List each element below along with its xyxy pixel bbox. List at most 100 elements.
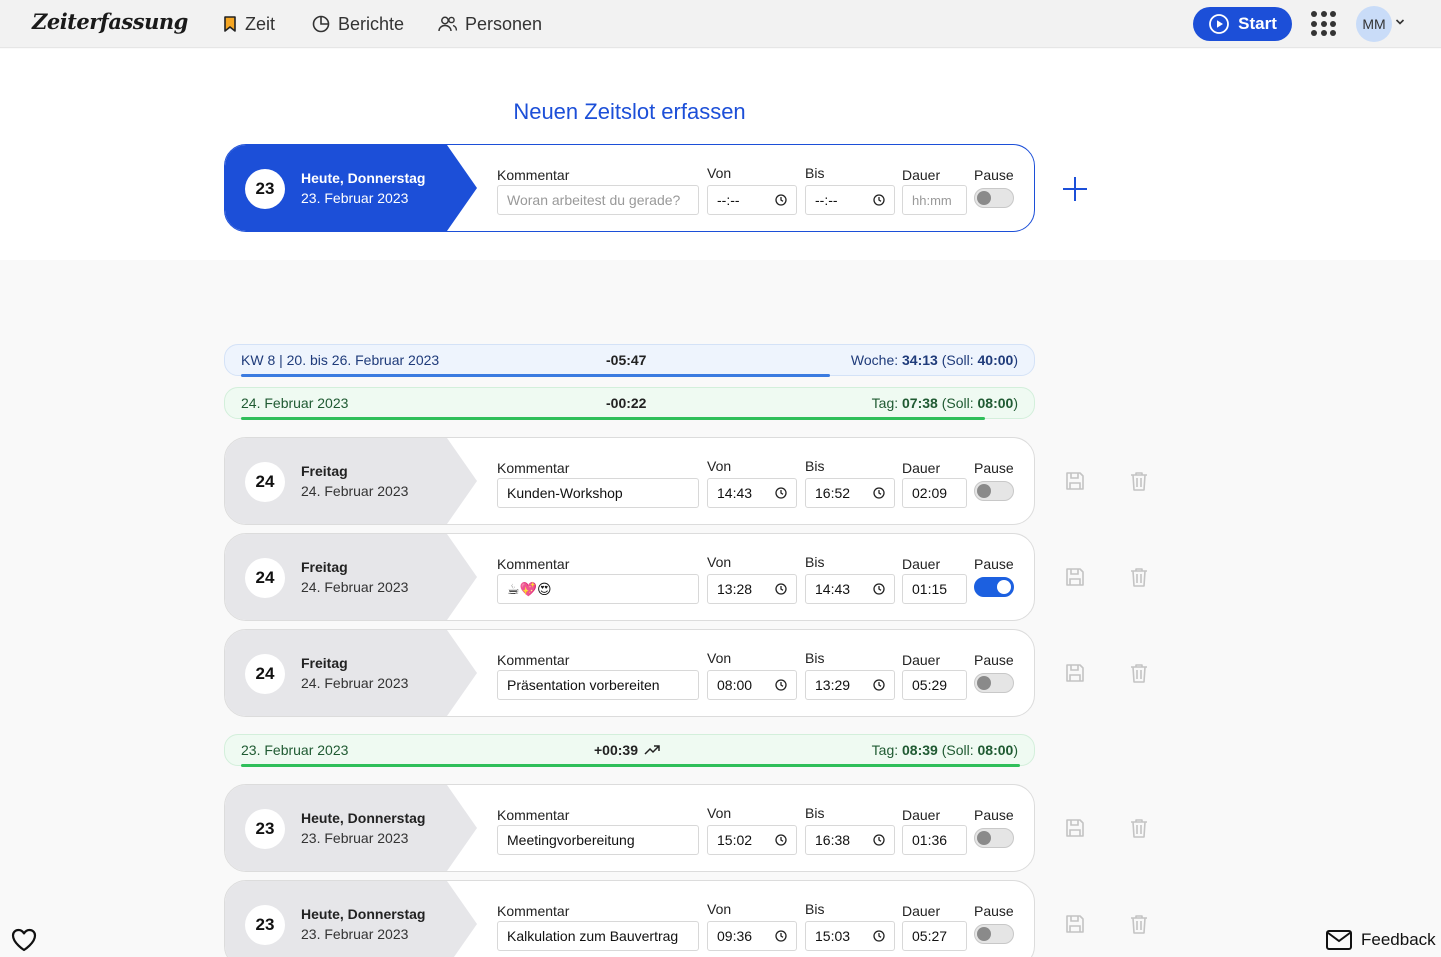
day-date: 24. Februar 2023: [301, 579, 409, 595]
pause-label: Pause: [974, 167, 1014, 183]
week-delta: -05:47: [606, 352, 647, 368]
clock-icon: [873, 834, 885, 846]
save-icon[interactable]: [1064, 662, 1086, 684]
duration-input[interactable]: hh:mm: [902, 185, 967, 215]
comment-input[interactable]: Kunden-Workshop: [497, 478, 699, 508]
clock-icon: [775, 487, 787, 499]
save-icon[interactable]: [1064, 566, 1086, 588]
day-target: 08:00: [977, 395, 1014, 411]
pause-toggle[interactable]: [974, 188, 1014, 208]
day-number: 23: [245, 905, 285, 945]
time-entry-card: 23 Heute, Donnerstag 23. Februar 2023 Komme…: [224, 784, 1035, 872]
from-label: Von: [707, 554, 732, 570]
duration-input[interactable]: 01:15: [902, 574, 967, 604]
to-label: Bis: [805, 165, 825, 181]
nav-item-zeit[interactable]: Zeit: [222, 12, 275, 36]
pause-toggle[interactable]: [974, 828, 1014, 848]
nav-item-berichte[interactable]: Berichte: [311, 12, 404, 36]
to-time-input[interactable]: 16:52: [805, 478, 895, 508]
from-time-input[interactable]: --:--: [707, 185, 797, 215]
comment-input[interactable]: ☕💖😍: [497, 574, 699, 604]
apps-grid-icon[interactable]: [1311, 11, 1337, 37]
day-date: 24. Februar 2023: [301, 675, 409, 691]
from-time-input[interactable]: 14:43: [707, 478, 797, 508]
day-summary: 24. Februar 2023 -00:22 Tag: 07:38 (Soll…: [224, 387, 1035, 420]
day-name: Freitag: [301, 655, 348, 671]
day-target-suffix: ): [1013, 395, 1018, 411]
heart-icon[interactable]: [10, 927, 38, 953]
comment-input[interactable]: Woran arbeitest du gerade?: [497, 185, 699, 215]
bookmark-icon: [224, 16, 236, 32]
duration-input[interactable]: 05:27: [902, 921, 967, 951]
pause-toggle[interactable]: [974, 673, 1014, 693]
clock-icon: [775, 583, 787, 595]
new-entry-heading: Neuen Zeitslot erfassen: [513, 99, 746, 124]
to-time-input[interactable]: 15:03: [805, 921, 895, 951]
start-label: Start: [1238, 14, 1277, 33]
pause-toggle[interactable]: [974, 481, 1014, 501]
nav-item-personen[interactable]: Personen: [437, 12, 542, 36]
pause-label: Pause: [974, 652, 1014, 668]
feedback-button[interactable]: Feedback: [1325, 929, 1436, 951]
start-button[interactable]: Start: [1193, 7, 1292, 41]
comment-input[interactable]: Meetingvorbereitung: [497, 825, 699, 855]
to-time-value: 14:43: [815, 581, 851, 597]
from-label: Von: [707, 805, 732, 821]
duration-label: Dauer: [902, 652, 941, 668]
trash-icon[interactable]: [1128, 817, 1150, 839]
time-entry-card: 24 Freitag 24. Februar 2023 Kommentar Kunden…: [224, 437, 1035, 525]
from-time-input[interactable]: 08:00: [707, 670, 797, 700]
duration-input[interactable]: 05:29: [902, 670, 967, 700]
save-icon[interactable]: [1064, 470, 1086, 492]
to-label: Bis: [805, 805, 825, 821]
chevron-down-icon[interactable]: [1395, 18, 1405, 26]
to-label: Bis: [805, 458, 825, 474]
time-entry-card: 24 Freitag 24. Februar 2023 Kommentar Präsen…: [224, 629, 1035, 717]
pause-label: Pause: [974, 903, 1014, 919]
comment-label: Kommentar: [497, 652, 570, 668]
clock-icon: [873, 679, 885, 691]
duration-label: Dauer: [902, 167, 941, 183]
pause-label: Pause: [974, 460, 1014, 476]
trash-icon[interactable]: [1128, 913, 1150, 935]
play-circle-icon: [1209, 14, 1230, 34]
comment-input[interactable]: Kalkulation zum Bauvertrag: [497, 921, 699, 951]
avatar[interactable]: MM: [1356, 6, 1392, 42]
week-target-suffix: ): [1013, 352, 1018, 368]
app-logo[interactable]: Zeiterfassung: [32, 9, 188, 34]
trash-icon[interactable]: [1128, 470, 1150, 492]
from-time-input[interactable]: 15:02: [707, 825, 797, 855]
nav-label: Berichte: [338, 13, 405, 34]
pause-toggle[interactable]: [974, 924, 1014, 944]
from-time-input[interactable]: 13:28: [707, 574, 797, 604]
add-entry-button[interactable]: [1060, 174, 1090, 204]
comment-input[interactable]: Präsentation vorbereiten: [497, 670, 699, 700]
to-time-input[interactable]: 14:43: [805, 574, 895, 604]
new-entry-card: 23 Heute, Donnerstag 23. Februar 2023 Ko…: [224, 144, 1035, 232]
clock-icon: [873, 583, 885, 595]
users-icon: [438, 16, 458, 32]
save-icon[interactable]: [1064, 817, 1086, 839]
clock-icon: [873, 487, 885, 499]
from-time-input[interactable]: 09:36: [707, 921, 797, 951]
comment-label: Kommentar: [497, 903, 570, 919]
to-time-input[interactable]: 13:29: [805, 670, 895, 700]
pause-toggle[interactable]: [974, 577, 1014, 597]
day-date: 24. Februar 2023: [301, 483, 409, 499]
day-total: 08:39: [902, 742, 938, 758]
save-icon[interactable]: [1064, 913, 1086, 935]
to-time-input[interactable]: 16:38: [805, 825, 895, 855]
day-summary-delta: -00:22: [606, 395, 647, 411]
trash-icon[interactable]: [1128, 566, 1150, 588]
week-summary: KW 8 | 20. bis 26. Februar 2023 -05:47 W…: [224, 344, 1035, 377]
day-target: 08:00: [977, 742, 1014, 758]
duration-input[interactable]: 02:09: [902, 478, 967, 508]
trending-up-icon: [644, 745, 660, 755]
clock-icon: [873, 194, 885, 206]
week-total: 34:13: [902, 352, 938, 368]
day-name: Heute, Donnerstag: [301, 906, 426, 922]
to-time-input[interactable]: --:--: [805, 185, 895, 215]
day-name: Heute, Donnerstag: [301, 810, 426, 826]
trash-icon[interactable]: [1128, 662, 1150, 684]
duration-input[interactable]: 01:36: [902, 825, 967, 855]
